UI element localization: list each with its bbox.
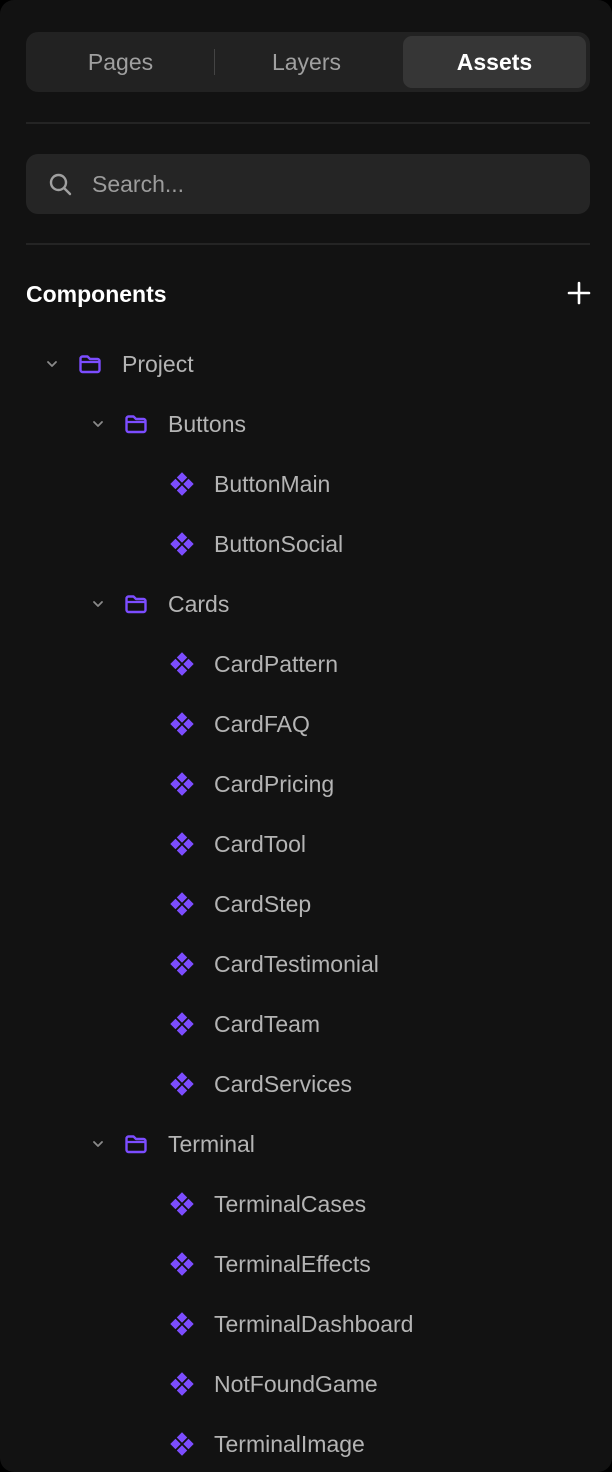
component-icon: [170, 532, 194, 556]
tree-component-row[interactable]: CardTool: [0, 814, 612, 874]
component-label: ButtonSocial: [214, 531, 344, 557]
tree-component-row[interactable]: CardServices: [0, 1054, 612, 1114]
chevron-down-icon[interactable]: [45, 357, 59, 371]
component-icon: [170, 472, 194, 496]
component-label: ButtonMain: [214, 471, 331, 497]
tab-pages[interactable]: Pages: [29, 36, 212, 88]
component-icon: [170, 1192, 194, 1216]
component-icon: [170, 1072, 194, 1096]
search-input[interactable]: [92, 154, 572, 214]
component-label: TerminalDashboard: [214, 1311, 414, 1337]
tree-component-row[interactable]: CardFAQ: [0, 694, 612, 754]
component-label: CardTestimonial: [214, 951, 379, 977]
tab-layers[interactable]: Layers: [215, 36, 398, 88]
chevron-down-icon[interactable]: [91, 597, 105, 611]
tree-component-row[interactable]: TerminalCases: [0, 1174, 612, 1234]
folder-label: Project: [122, 351, 194, 377]
tree-folder-row[interactable]: Buttons: [0, 394, 612, 454]
tree-component-row[interactable]: CardTestimonial: [0, 934, 612, 994]
component-label: CardTool: [214, 831, 307, 857]
component-label: CardPattern: [214, 651, 339, 677]
component-label: NotFoundGame: [214, 1371, 378, 1397]
components-title: Components: [26, 281, 167, 307]
folder-icon: [79, 355, 101, 374]
component-icon: [170, 1252, 194, 1276]
tree-component-row[interactable]: TerminalImage: [0, 1414, 612, 1472]
tree-component-row[interactable]: ButtonSocial: [0, 514, 612, 574]
tree-component-row[interactable]: NotFoundGame: [0, 1354, 612, 1414]
panel-tabs: Pages Layers Assets: [26, 32, 590, 92]
chevron-down-icon[interactable]: [91, 417, 105, 431]
tab-assets[interactable]: Assets: [403, 36, 586, 88]
tree-component-row[interactable]: TerminalEffects: [0, 1234, 612, 1294]
tree-folder-row[interactable]: Cards: [0, 574, 612, 634]
component-icon: [170, 652, 194, 676]
component-icon: [170, 1012, 194, 1036]
divider: [26, 243, 590, 245]
tree-folder-row[interactable]: Terminal: [0, 1114, 612, 1174]
component-icon: [170, 952, 194, 976]
folder-icon: [125, 1135, 147, 1154]
component-label: CardTeam: [214, 1011, 321, 1037]
component-icon: [170, 1372, 194, 1396]
component-label: CardPricing: [214, 771, 335, 797]
divider: [26, 122, 590, 124]
component-icon: [170, 712, 194, 736]
tree-folder-row[interactable]: Project: [0, 334, 612, 394]
assets-panel: Pages Layers Assets Components Project Bu…: [0, 0, 612, 1472]
chevron-down-icon[interactable]: [91, 1137, 105, 1151]
tree-component-row[interactable]: CardPricing: [0, 754, 612, 814]
component-label: TerminalCases: [214, 1191, 367, 1217]
plus-icon[interactable]: [566, 280, 592, 306]
component-icon: [170, 1432, 194, 1456]
folder-icon: [125, 415, 147, 434]
component-icon: [170, 772, 194, 796]
folder-label: Terminal: [168, 1131, 255, 1157]
folder-label: Cards: [168, 591, 230, 617]
folder-label: Buttons: [168, 411, 246, 437]
search-icon: [49, 173, 72, 196]
search-box: [26, 154, 590, 214]
component-icon: [170, 1312, 194, 1336]
tree-component-row[interactable]: ButtonMain: [0, 454, 612, 514]
tree-component-row[interactable]: CardStep: [0, 874, 612, 934]
component-icon: [170, 892, 194, 916]
tree-component-row[interactable]: CardTeam: [0, 994, 612, 1054]
component-label: CardServices: [214, 1071, 353, 1097]
folder-icon: [125, 595, 147, 614]
component-label: CardFAQ: [214, 711, 310, 737]
component-label: CardStep: [214, 891, 312, 917]
tree-component-row[interactable]: TerminalDashboard: [0, 1294, 612, 1354]
component-icon: [170, 832, 194, 856]
tree-component-row[interactable]: CardPattern: [0, 634, 612, 694]
component-label: TerminalEffects: [214, 1251, 371, 1277]
component-label: TerminalImage: [214, 1431, 365, 1457]
